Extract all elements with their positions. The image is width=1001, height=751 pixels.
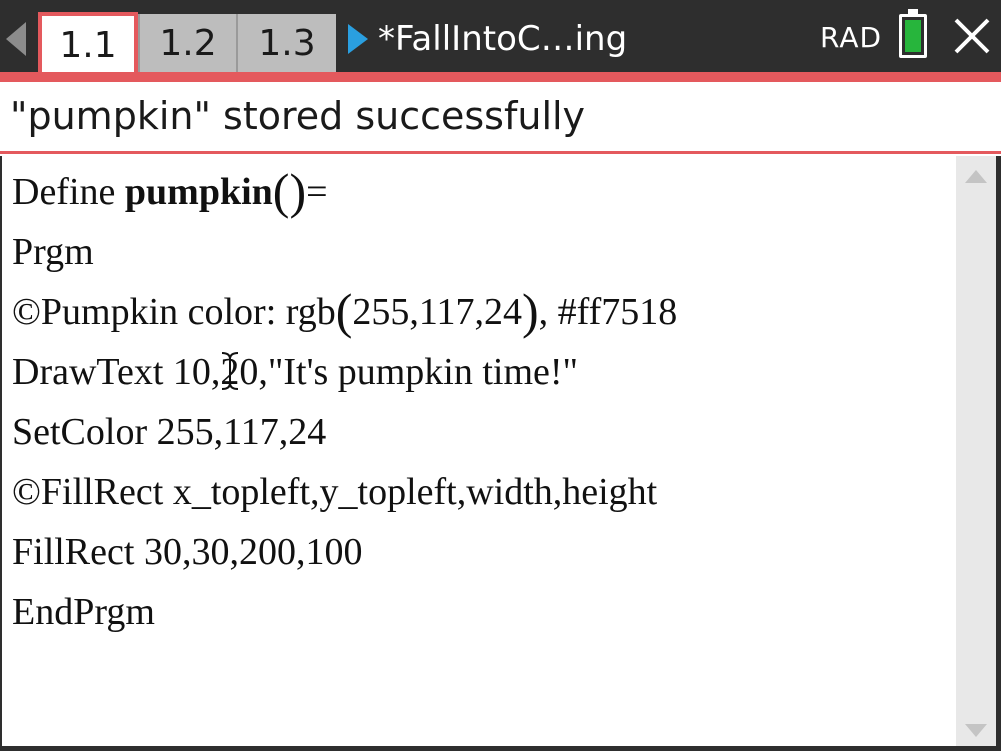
angle-mode-indicator: RAD (820, 21, 883, 54)
close-paren: ) (289, 163, 307, 219)
tab-bar-accent-line (0, 72, 1001, 82)
hex-color: , #ff7518 (538, 291, 678, 333)
code-line-comment-color[interactable]: ©Pumpkin color: rgb(255,117,24), #ff7518 (12, 282, 677, 342)
text-cursor-icon (221, 352, 239, 390)
document-title[interactable]: *FallIntoC…ing (378, 14, 627, 64)
program-name: pumpkin (124, 171, 273, 213)
equals-sign: = (306, 171, 328, 213)
close-icon[interactable] (952, 16, 992, 56)
tab-label: 1.2 (159, 22, 217, 64)
code-line-setcolor[interactable]: SetColor 255,117,24 (12, 402, 326, 462)
tab-label: 1.1 (59, 24, 117, 66)
rgb-values: 255,117,24 (352, 291, 522, 333)
status-message: "pumpkin" stored successfully (10, 94, 586, 138)
scroll-tabs-left-icon[interactable] (6, 22, 26, 56)
message-line: "pumpkin" stored successfully (0, 82, 1001, 154)
open-paren: ( (335, 283, 353, 339)
tab-label: 1.3 (258, 22, 316, 64)
code-line-define[interactable]: Define pumpkin()= (12, 162, 328, 222)
scroll-up-arrow-icon[interactable] (965, 170, 987, 183)
program-editor[interactable]: Define pumpkin()= Prgm ©Pumpkin color: r… (0, 156, 956, 751)
code-line-fillrect[interactable]: FillRect 30,30,200,100 (12, 522, 362, 582)
close-paren: ) (521, 283, 539, 339)
document-menu-arrow-icon[interactable] (348, 24, 368, 54)
vertical-scrollbar[interactable] (956, 156, 996, 751)
code-line-comment-fillrect[interactable]: ©FillRect x_topleft,y_topleft,width,heig… (12, 462, 657, 522)
open-paren: ( (272, 163, 290, 219)
code-line-endprgm[interactable]: EndPrgm (12, 582, 155, 642)
battery-level (905, 20, 921, 52)
define-keyword: Define (12, 171, 125, 213)
screen-border-bottom (0, 746, 1001, 751)
code-line-prgm[interactable]: Prgm (12, 222, 94, 282)
calculator-app: 1.1 1.2 1.3 *FallIntoC…ing RAD "pumpkin"… (0, 0, 1001, 751)
tab-page-1-2[interactable]: 1.2 (138, 14, 236, 72)
tab-page-1-3[interactable]: 1.3 (236, 14, 336, 72)
battery-icon (899, 9, 927, 58)
tab-bar: 1.1 1.2 1.3 *FallIntoC…ing RAD (0, 0, 1001, 82)
screen-border-right (996, 156, 1001, 751)
scroll-down-arrow-icon[interactable] (965, 724, 987, 737)
code-line-drawtext[interactable]: DrawText 10,20,"It's pumpkin time!" (12, 342, 578, 402)
comment-text: ©Pumpkin color: rgb (12, 291, 336, 333)
